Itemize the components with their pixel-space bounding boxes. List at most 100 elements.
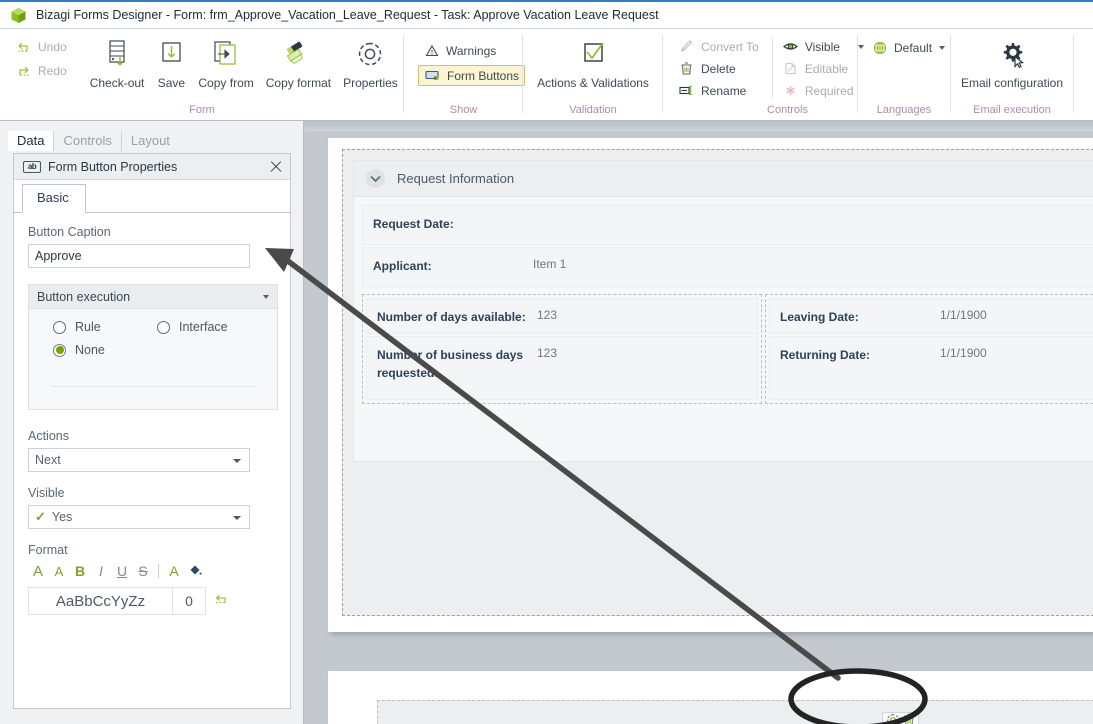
- returning-date-value: 1/1/1900: [940, 346, 987, 360]
- undo-label: Undo: [38, 39, 67, 54]
- warnings-button[interactable]: Warnings: [418, 41, 525, 60]
- eye-icon: [782, 39, 799, 54]
- actions-validations-label: Actions & Validations: [537, 76, 649, 90]
- redo-label: Redo: [38, 63, 67, 78]
- section-title: Request Information: [397, 171, 515, 186]
- copy-format-button[interactable]: Copy format: [260, 29, 337, 90]
- visible-dropdown[interactable]: ✓ Yes: [28, 505, 250, 529]
- form-buttons-toggle[interactable]: Form Buttons: [418, 65, 526, 86]
- field-row-business-days[interactable]: Number of business days requested: 123: [366, 336, 758, 400]
- trash-icon[interactable]: [903, 713, 915, 724]
- globe-icon: [871, 40, 888, 55]
- visible-label: Visible: [28, 486, 65, 500]
- button-execution-header[interactable]: Button execution: [29, 285, 277, 309]
- field-row-returning-date[interactable]: Returning Date: 1/1/1900: [769, 336, 1093, 400]
- properties-button[interactable]: Properties: [337, 29, 404, 90]
- left-panel: Data Controls Layout ab Form Button Prop…: [0, 121, 304, 724]
- tab-controls[interactable]: Controls: [54, 131, 122, 151]
- shrink-font-icon[interactable]: A: [49, 560, 69, 582]
- underline-icon[interactable]: U: [112, 560, 132, 582]
- email-configuration-label: Email configuration: [960, 76, 1064, 90]
- ribbon-toolbar: Undo Redo Check-out Save Copy from Copy …: [0, 29, 1093, 121]
- gear-cursor-icon: [995, 35, 1029, 75]
- applicant-label: Applicant:: [373, 259, 432, 273]
- bold-icon[interactable]: B: [70, 560, 90, 582]
- convert-to-button[interactable]: Convert To: [673, 37, 764, 56]
- editable-button[interactable]: Editable: [777, 59, 869, 78]
- required-asterisk-icon: [782, 83, 799, 98]
- convert-to-label: Convert To: [701, 39, 759, 54]
- copy-from-button[interactable]: Copy from: [192, 29, 259, 90]
- rename-label: Rename: [701, 83, 747, 98]
- format-size-value[interactable]: 0: [173, 587, 206, 615]
- highlight-color-icon[interactable]: [185, 560, 205, 582]
- reset-format-icon[interactable]: [213, 592, 229, 610]
- strikethrough-icon[interactable]: S: [133, 560, 153, 582]
- close-icon[interactable]: [268, 159, 284, 175]
- check-out-button[interactable]: Check-out: [84, 29, 151, 90]
- properties-panel-header: ab Form Button Properties: [14, 154, 290, 180]
- window-title: Bizagi Forms Designer - Form: frm_Approv…: [36, 8, 659, 22]
- bizagi-cube-icon: [11, 7, 26, 23]
- field-row-leaving-date[interactable]: Leaving Date: 1/1/1900: [769, 298, 1093, 334]
- default-language-button[interactable]: Default: [866, 38, 950, 57]
- ribbon-group-form: Undo Redo Check-out Save Copy from Copy …: [0, 29, 404, 121]
- undo-button[interactable]: Undo: [10, 37, 72, 56]
- form-designer-card: Request Information Request Date: Applic…: [328, 138, 1093, 632]
- field-row-applicant[interactable]: Applicant: Item 1: [362, 247, 1093, 287]
- tab-data[interactable]: Data: [8, 131, 55, 151]
- button-caption-input[interactable]: Approve: [28, 244, 250, 268]
- delete-button[interactable]: Delete: [673, 59, 764, 78]
- radio-none[interactable]: None: [53, 343, 105, 357]
- radio-rule[interactable]: Rule: [53, 320, 157, 334]
- editable-label: Editable: [804, 61, 849, 76]
- grow-font-icon[interactable]: A: [28, 560, 48, 582]
- rename-icon: [678, 83, 695, 98]
- chevron-down-icon[interactable]: [939, 45, 946, 50]
- copy-format-brush-icon: [282, 35, 314, 75]
- ribbon-group-label-validation: Validation: [569, 104, 617, 116]
- save-download-icon: [156, 35, 186, 75]
- copy-from-icon: [209, 35, 243, 75]
- visible-button[interactable]: Visible: [777, 37, 869, 56]
- divider: [158, 564, 159, 578]
- copy-format-label: Copy format: [265, 76, 332, 90]
- field-row-days-available[interactable]: Number of days available: 123: [366, 298, 758, 334]
- format-preview: AaBbCcYyZz: [28, 587, 173, 615]
- field-row-request-date[interactable]: Request Date:: [362, 205, 1093, 245]
- radio-interface[interactable]: Interface: [157, 320, 228, 334]
- left-panel-tabs: Data Controls Layout: [8, 129, 179, 151]
- properties-inner-tabs: Basic: [14, 180, 290, 213]
- ribbon-group-show: Warnings Form Buttons Show: [404, 29, 526, 121]
- chevron-down-icon[interactable]: [263, 294, 269, 299]
- request-date-label: Request Date:: [373, 217, 454, 231]
- button-execution-group: Button execution Rule Interface None: [28, 284, 278, 410]
- request-information-section[interactable]: Request Information Request Date: Applic…: [353, 160, 1093, 462]
- email-configuration-button[interactable]: Email configuration: [955, 29, 1069, 90]
- actions-dropdown[interactable]: Next: [28, 448, 250, 472]
- actions-validations-button[interactable]: Actions & Validations: [531, 29, 655, 90]
- required-button[interactable]: Required: [777, 81, 869, 100]
- button-caption-label: Button Caption: [28, 225, 111, 239]
- chevron-down-icon[interactable]: [366, 169, 385, 188]
- form-buttons-container[interactable]: Save Next Approve: [377, 700, 1093, 724]
- redo-button[interactable]: Redo: [10, 61, 72, 80]
- save-ribbon-button[interactable]: Save: [150, 29, 192, 90]
- tab-layout[interactable]: Layout: [122, 131, 179, 151]
- section-header[interactable]: Request Information: [354, 161, 1093, 197]
- format-toolbar: A A B I U S A: [28, 560, 276, 582]
- gear-icon[interactable]: [886, 713, 900, 724]
- leaving-date-label: Leaving Date:: [780, 310, 859, 324]
- actions-label: Actions: [28, 429, 69, 443]
- rename-button[interactable]: Rename: [673, 81, 764, 100]
- form-outer-container[interactable]: Request Information Request Date: Applic…: [342, 149, 1093, 616]
- redo-arrow-icon: [15, 63, 32, 78]
- ribbon-group-label-email-execution: Email execution: [973, 104, 1051, 116]
- tab-basic[interactable]: Basic: [22, 184, 86, 213]
- applicant-value: Item 1: [533, 257, 567, 271]
- font-color-icon[interactable]: A: [164, 560, 184, 582]
- format-label: Format: [28, 543, 68, 557]
- radio-circle-icon: [53, 320, 66, 334]
- radio-none-label: None: [75, 343, 105, 357]
- italic-icon[interactable]: I: [91, 560, 111, 582]
